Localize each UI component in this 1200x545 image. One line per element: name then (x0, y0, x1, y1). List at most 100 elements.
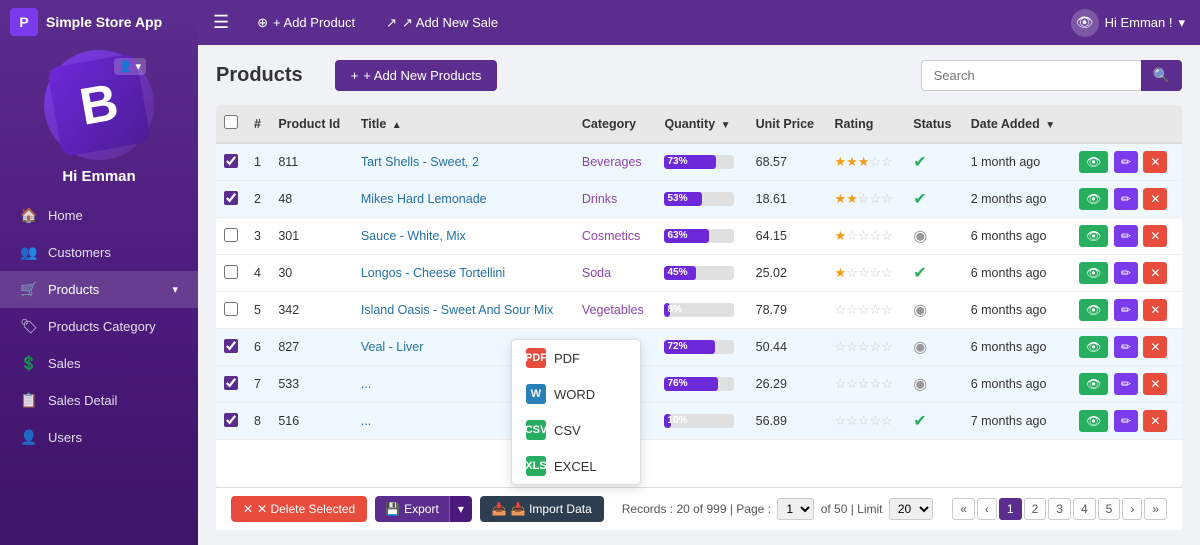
page-first-button[interactable]: « (952, 498, 975, 520)
view-button[interactable]: 👁 (1079, 373, 1108, 395)
row-checkbox[interactable] (224, 413, 238, 427)
category-link[interactable]: Drinks (582, 192, 617, 206)
delete-button[interactable]: ✕ (1143, 299, 1167, 321)
sidebar-item-home[interactable]: 🏠 Home (0, 197, 198, 234)
row-checkbox[interactable] (224, 376, 238, 390)
hamburger-icon[interactable]: ☰ (213, 12, 229, 33)
edit-button[interactable]: ✏ (1114, 151, 1138, 173)
col-status[interactable]: Status (905, 105, 962, 143)
sidebar-item-products-category[interactable]: 🏷 Products Category (0, 308, 198, 345)
user-badge[interactable]: 👤 ▾ (114, 58, 146, 75)
page-prev-button[interactable]: ‹ (977, 498, 997, 520)
export-pdf-item[interactable]: PDF PDF (512, 340, 640, 376)
row-checkbox-cell[interactable] (216, 403, 246, 440)
product-title-link[interactable]: Longos - Cheese Tortellini (361, 266, 505, 280)
row-checkbox[interactable] (224, 339, 238, 353)
edit-button[interactable]: ✏ (1114, 262, 1138, 284)
col-title[interactable]: Title ▲ (353, 105, 574, 143)
col-product-id[interactable]: Product Id (270, 105, 353, 143)
row-checkbox-cell[interactable] (216, 292, 246, 329)
product-title-link[interactable]: ... (361, 414, 371, 428)
page-2-button[interactable]: 2 (1024, 498, 1047, 520)
product-title-link[interactable]: Island Oasis - Sweet And Sour Mix (361, 303, 553, 317)
col-unit-price[interactable]: Unit Price (748, 105, 827, 143)
select-all-header[interactable] (216, 105, 246, 143)
page-select[interactable]: 1 (777, 498, 814, 520)
delete-button[interactable]: ✕ (1143, 188, 1167, 210)
delete-selected-button[interactable]: ✕ ✕ Delete Selected (231, 496, 367, 522)
delete-button[interactable]: ✕ (1143, 410, 1167, 432)
user-info[interactable]: 👁 Hi Emman ! ▾ (1071, 9, 1185, 37)
col-category[interactable]: Category (574, 105, 657, 143)
sidebar-item-products[interactable]: 🛒 Products ▾ (0, 271, 198, 308)
row-checkbox-cell[interactable] (216, 143, 246, 181)
category-link[interactable]: Soda (582, 266, 611, 280)
col-quantity[interactable]: Quantity ▼ (656, 105, 747, 143)
pagination: « ‹ 1 2 3 4 5 › » (952, 498, 1167, 520)
add-new-sale-button[interactable]: ↗ ↗ Add New Sale (378, 11, 506, 35)
add-new-products-button[interactable]: + + Add New Products (335, 60, 498, 91)
product-title-link[interactable]: ... (361, 377, 371, 391)
row-checkbox-cell[interactable] (216, 218, 246, 255)
category-link[interactable]: Vegetables (582, 303, 644, 317)
edit-button[interactable]: ✏ (1114, 410, 1138, 432)
delete-button[interactable]: ✕ (1143, 151, 1167, 173)
quantity-bar: 53% (664, 192, 734, 206)
edit-button[interactable]: ✏ (1114, 373, 1138, 395)
page-last-button[interactable]: » (1144, 498, 1167, 520)
delete-button[interactable]: ✕ (1143, 373, 1167, 395)
delete-button[interactable]: ✕ (1143, 336, 1167, 358)
edit-button[interactable]: ✏ (1114, 188, 1138, 210)
view-button[interactable]: 👁 (1079, 225, 1108, 247)
row-checkbox[interactable] (224, 191, 238, 205)
sidebar-item-users[interactable]: 👤 Users (0, 419, 198, 456)
page-3-button[interactable]: 3 (1048, 498, 1071, 520)
category-link[interactable]: Cosmetics (582, 229, 640, 243)
product-title-link[interactable]: Sauce - White, Mix (361, 229, 466, 243)
sidebar-item-sales[interactable]: 💲 Sales (0, 345, 198, 382)
product-title-link[interactable]: Mikes Hard Lemonade (361, 192, 487, 206)
product-title-link[interactable]: Tart Shells - Sweet, 2 (361, 155, 479, 169)
row-checkbox-cell[interactable] (216, 181, 246, 218)
view-button[interactable]: 👁 (1079, 262, 1108, 284)
row-num: 1 (246, 143, 270, 181)
search-input[interactable] (921, 60, 1141, 91)
edit-button[interactable]: ✏ (1114, 225, 1138, 247)
search-button[interactable]: 🔍 (1141, 60, 1182, 91)
export-excel-item[interactable]: XLS EXCEL (512, 448, 640, 484)
page-5-button[interactable]: 5 (1098, 498, 1121, 520)
edit-button[interactable]: ✏ (1114, 299, 1138, 321)
export-csv-item[interactable]: CSV CSV (512, 412, 640, 448)
category-link[interactable]: Beverages (582, 155, 642, 169)
page-next-button[interactable]: › (1122, 498, 1142, 520)
row-checkbox-cell[interactable] (216, 329, 246, 366)
export-dropdown-button[interactable]: ▾ (449, 496, 472, 522)
view-button[interactable]: 👁 (1079, 299, 1108, 321)
page-4-button[interactable]: 4 (1073, 498, 1096, 520)
row-checkbox[interactable] (224, 302, 238, 316)
row-checkbox-cell[interactable] (216, 366, 246, 403)
sidebar-item-customers[interactable]: 👥 Customers (0, 234, 198, 271)
delete-button[interactable]: ✕ (1143, 262, 1167, 284)
sidebar-item-sales-detail[interactable]: 📋 Sales Detail (0, 382, 198, 419)
delete-button[interactable]: ✕ (1143, 225, 1167, 247)
col-date-added[interactable]: Date Added ▼ (963, 105, 1069, 143)
view-button[interactable]: 👁 (1079, 188, 1108, 210)
export-button[interactable]: 💾 Export (375, 496, 449, 522)
row-checkbox[interactable] (224, 154, 238, 168)
export-word-item[interactable]: W WORD (512, 376, 640, 412)
col-rating[interactable]: Rating (826, 105, 905, 143)
select-all-checkbox[interactable] (224, 115, 238, 129)
row-checkbox-cell[interactable] (216, 255, 246, 292)
view-button[interactable]: 👁 (1079, 151, 1108, 173)
product-title-link[interactable]: Veal - Liver (361, 340, 424, 354)
page-1-button[interactable]: 1 (999, 498, 1022, 520)
add-product-button[interactable]: ⊕ + Add Product (249, 11, 363, 35)
limit-select[interactable]: 20 (889, 498, 933, 520)
row-checkbox[interactable] (224, 265, 238, 279)
edit-button[interactable]: ✏ (1114, 336, 1138, 358)
row-checkbox[interactable] (224, 228, 238, 242)
view-button[interactable]: 👁 (1079, 410, 1108, 432)
import-data-button[interactable]: 📥 📥 Import Data (480, 496, 604, 522)
view-button[interactable]: 👁 (1079, 336, 1108, 358)
